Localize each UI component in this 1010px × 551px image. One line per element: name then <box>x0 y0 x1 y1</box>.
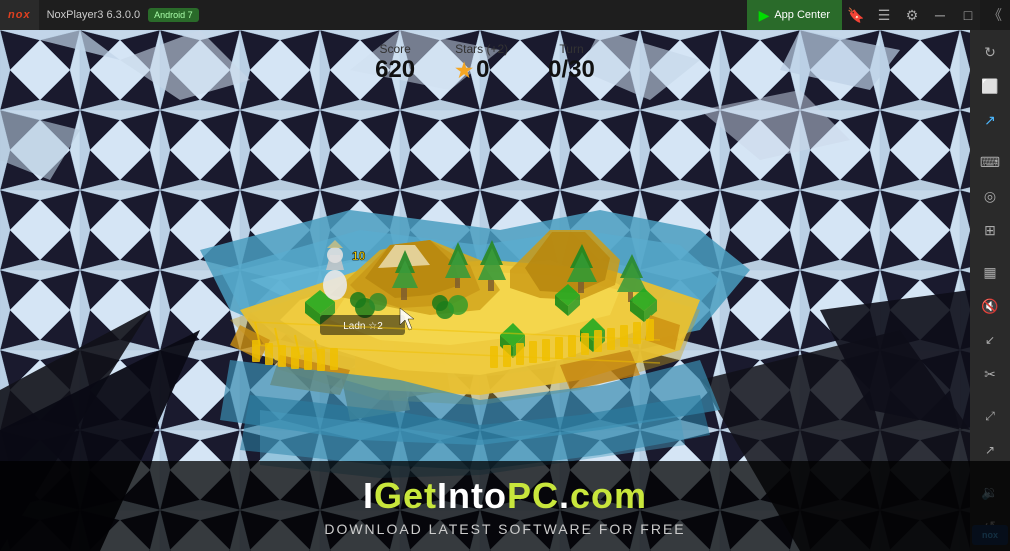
watermark-dot: . <box>559 475 570 516</box>
rotate-icon[interactable]: ↻ <box>972 36 1008 68</box>
turn-value: 0/30 <box>548 56 595 84</box>
score-value: 620 <box>375 56 415 84</box>
expand-icon[interactable]: ⊞ <box>972 214 1008 246</box>
score-label: Score <box>375 42 415 56</box>
app-center-label: App Center <box>774 9 830 21</box>
watermark-sub-text: Download Latest Software for Free <box>324 521 685 537</box>
turn-label: Turn <box>548 42 595 56</box>
watermark-pc: PC <box>507 475 559 516</box>
star-icon: ★ <box>455 58 473 83</box>
monitor-icon[interactable]: ▦ <box>972 256 1008 288</box>
watermark-iget: I <box>363 475 374 516</box>
nox-logo: nox <box>0 0 39 30</box>
svg-text:10: 10 <box>352 249 366 263</box>
watermark-com: com <box>570 475 647 516</box>
stars-label: Stars (+2) <box>455 42 508 56</box>
volume-mute-icon[interactable]: 🔇 <box>972 290 1008 322</box>
keyboard-icon[interactable]: ⌨ <box>972 146 1008 178</box>
watermark-main-text: IGetIntoPC.com <box>363 475 647 517</box>
screenshot-icon[interactable]: ⬜ <box>972 70 1008 102</box>
toolbar-section-2: ⌨ ◎ ⊞ <box>972 146 1008 246</box>
title-bar: nox NoxPlayer3 6.3.0.0 Android 7 ▶ App C… <box>0 0 1010 30</box>
export-icon[interactable]: ↗ <box>972 104 1008 136</box>
nox-logo-text: nox <box>8 9 31 21</box>
fullscreen-icon[interactable]: ⤢ <box>972 400 1008 432</box>
toolbar-section-4: ⤢ ↗ <box>972 400 1008 466</box>
watermark-overlay: IGetIntoPC.com Download Latest Software … <box>0 461 1010 551</box>
minimize-button[interactable]: ─ <box>926 0 954 30</box>
bookmark-button[interactable]: 🔖 <box>842 0 870 30</box>
app-center-button[interactable]: ▶ App Center <box>747 0 842 30</box>
location-icon[interactable]: ◎ <box>972 180 1008 212</box>
watermark-get: Get <box>374 475 437 516</box>
scissors-icon[interactable]: ✂ <box>972 358 1008 390</box>
turn-display: Turn 0/30 <box>548 42 595 84</box>
import-icon[interactable]: ↙ <box>972 324 1008 356</box>
toolbar-section-3: ▦ 🔇 ↙ ✂ <box>972 256 1008 390</box>
stars-count: 0 <box>476 56 489 84</box>
android-badge: Android 7 <box>148 8 199 22</box>
stars-value: ★ 0 <box>455 56 508 84</box>
maximize-button[interactable]: □ <box>954 0 982 30</box>
toolbar-section-1: ↻ ⬜ ↗ <box>972 36 1008 136</box>
watermark-into: Into <box>437 475 507 516</box>
menu-button[interactable]: ☰ <box>870 0 898 30</box>
hud-overlay: Score 620 Stars (+2) ★ 0 Turn 0/30 <box>375 42 595 84</box>
settings-button[interactable]: ⚙ <box>898 0 926 30</box>
stars-display: Stars (+2) ★ 0 <box>455 42 508 84</box>
score-display: Score 620 <box>375 42 415 84</box>
app-name-label: NoxPlayer3 6.3.0.0 <box>39 9 149 21</box>
play-store-icon: ▶ <box>759 7 770 24</box>
collapse-sidebar-button[interactable]: 《 <box>980 0 1010 30</box>
